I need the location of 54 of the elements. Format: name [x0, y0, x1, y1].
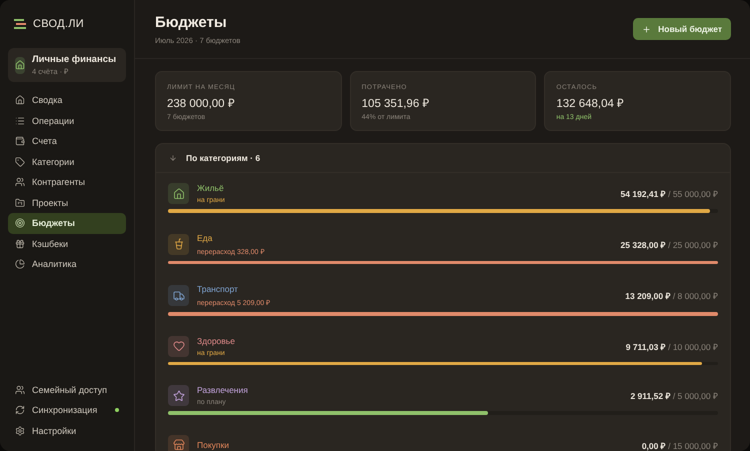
page-title: Бюджеты	[155, 14, 228, 30]
stat-value: 238 000,00 ₽	[167, 97, 236, 110]
house-icon	[15, 95, 25, 106]
category-amount: 25 328,00 ₽ / 25 000,00 ₽	[620, 238, 718, 250]
nav-item[interactable]: Бюджеты	[8, 213, 126, 234]
store-icon	[172, 439, 184, 451]
category-name: Покупки	[197, 440, 230, 450]
nav-item[interactable]: Операции	[8, 110, 126, 131]
cup-icon	[172, 238, 184, 250]
truck-icon	[172, 290, 184, 302]
gift-icon	[15, 238, 25, 249]
workspace-icon	[15, 56, 25, 74]
new-budget-button[interactable]: Новый бюджет	[633, 18, 731, 40]
brand-name: СВОД.ЛИ	[33, 18, 84, 30]
logo-icon	[14, 19, 26, 29]
category-name: Транспорт	[197, 284, 239, 294]
nav-item[interactable]: Счета	[8, 131, 126, 152]
nav-item[interactable]: Сводка	[8, 90, 126, 110]
people-icon	[15, 384, 25, 395]
tag-icon	[15, 156, 25, 167]
category-amount: 2 911,52 ₽ / 5 000,00 ₽	[630, 390, 718, 401]
star-icon	[172, 390, 184, 402]
nav-item[interactable]: Категории	[8, 152, 126, 172]
nav-item[interactable]: Проекты	[8, 192, 126, 213]
folder-icon	[15, 198, 25, 208]
workspace-name: Личные финансы	[32, 54, 116, 65]
category-name: Еда	[197, 232, 214, 242]
stat-value: 105 351,96 ₽	[362, 97, 430, 110]
nav-item[interactable]: Семейный доступ	[8, 380, 126, 400]
arrow-down-icon[interactable]	[169, 154, 177, 162]
nav-item[interactable]: Настройки	[8, 420, 126, 441]
plus-icon	[642, 24, 652, 34]
people-icon	[15, 177, 25, 188]
nav-item[interactable]: Аналитика	[8, 254, 126, 274]
stat-value: 132 648,04 ₽	[556, 97, 626, 110]
panel-title: По категориям · 6	[186, 153, 260, 163]
sync-icon	[15, 405, 25, 416]
category-amount: 9 711,03 ₽ / 10 000,00 ₽	[626, 340, 718, 352]
nav-item[interactable]: Контрагенты	[8, 172, 126, 192]
target-icon	[15, 218, 25, 228]
nav-item[interactable]: Синхронизация	[8, 400, 126, 420]
nav-item[interactable]: Кэшбеки	[8, 234, 126, 254]
category-amount: 54 192,41 ₽ / 55 000,00 ₽	[620, 188, 718, 199]
wallet-icon	[15, 136, 25, 146]
category-amount: 0,00 ₽ / 15 000,00 ₽	[642, 440, 718, 450]
settings-icon	[15, 426, 25, 436]
house-icon	[172, 188, 184, 200]
heart-icon	[172, 340, 184, 352]
category-amount: 13 209,00 ₽ / 8 000,00 ₽	[625, 290, 718, 301]
list-icon	[15, 116, 25, 126]
category-name: Здоровье	[197, 336, 236, 346]
pie-chart-icon	[15, 259, 25, 270]
category-name: Жильё	[197, 183, 225, 193]
category-name: Развлечения	[197, 385, 249, 395]
